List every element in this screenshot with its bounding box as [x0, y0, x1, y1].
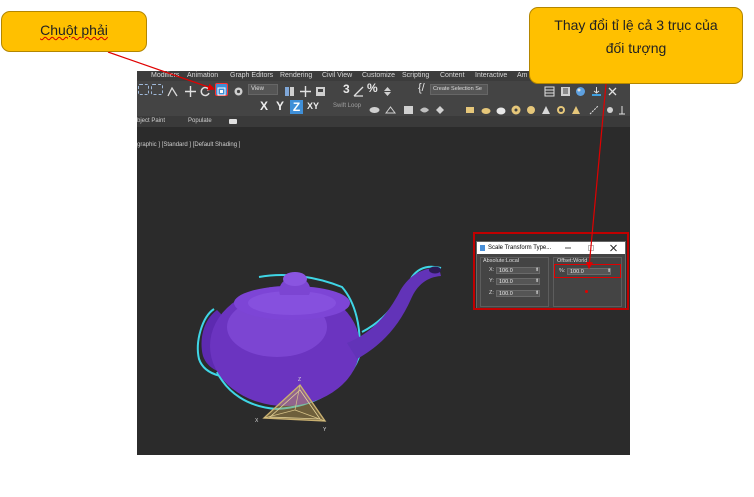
- scale-all-axes-callout-line1: Thay đổi tỉ lệ cả 3 trục của: [554, 17, 718, 33]
- scale-all-axes-callout-line2: đối tượng: [605, 40, 667, 56]
- right-click-callout: Chuột phải: [1, 11, 147, 52]
- scale-all-axes-callout: Thay đổi tỉ lệ cả 3 trục của đối tượng: [529, 7, 743, 84]
- right-click-callout-text: Chuột phải: [40, 22, 108, 38]
